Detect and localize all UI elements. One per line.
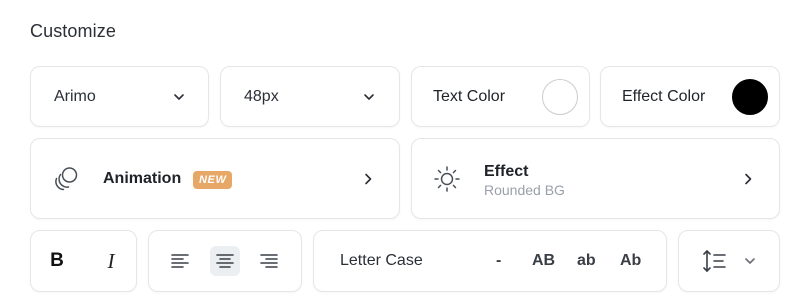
chevron-down-icon (743, 254, 757, 268)
chevron-down-icon (362, 90, 376, 104)
align-right-button[interactable] (254, 246, 284, 276)
font-select-value: Arimo (54, 87, 96, 105)
text-style-group: B I (30, 230, 137, 292)
align-left-icon (171, 254, 189, 268)
sun-icon (432, 164, 462, 194)
font-size-select[interactable]: 48px (220, 66, 400, 127)
letter-case-label: Letter Case (340, 252, 423, 269)
font-select[interactable]: Arimo (30, 66, 209, 127)
chevron-right-icon (741, 172, 755, 186)
chevron-down-icon (172, 90, 186, 104)
section-title: Customize (30, 21, 116, 41)
effect-color-picker[interactable]: Effect Color (600, 66, 780, 127)
alignment-group (148, 230, 302, 292)
text-color-label: Text Color (433, 87, 506, 105)
align-center-button[interactable] (210, 246, 240, 276)
animation-label: Animation (103, 170, 182, 187)
italic-icon: I (107, 248, 115, 273)
line-height-select[interactable] (678, 230, 780, 292)
italic-button[interactable]: I (96, 246, 126, 276)
text-color-picker[interactable]: Text Color (411, 66, 590, 127)
animation-button[interactable]: Animation NEW (30, 138, 400, 219)
case-lower-button[interactable]: ab (577, 252, 596, 270)
bold-icon: B (50, 250, 64, 271)
effect-label: Effect (484, 163, 529, 180)
new-badge: NEW (193, 171, 233, 189)
align-left-button[interactable] (165, 246, 195, 276)
effect-button[interactable]: Effect Rounded BG (411, 138, 780, 219)
effect-value: Rounded BG (484, 182, 565, 198)
line-height-icon (701, 247, 729, 275)
letter-case-group: Letter Case - AB ab Ab (313, 230, 667, 292)
case-none-button[interactable]: - (496, 252, 501, 270)
effect-color-swatch[interactable] (732, 78, 768, 115)
animation-circles-icon (51, 164, 81, 194)
case-upper-button[interactable]: AB (532, 252, 555, 270)
effect-color-label: Effect Color (622, 87, 706, 105)
case-title-button[interactable]: Ab (620, 252, 641, 270)
align-center-icon (216, 254, 234, 268)
text-color-swatch[interactable] (542, 78, 578, 115)
align-right-icon (260, 254, 278, 268)
font-size-select-value: 48px (244, 87, 279, 105)
chevron-right-icon (361, 172, 375, 186)
bold-button[interactable]: B (42, 246, 72, 276)
